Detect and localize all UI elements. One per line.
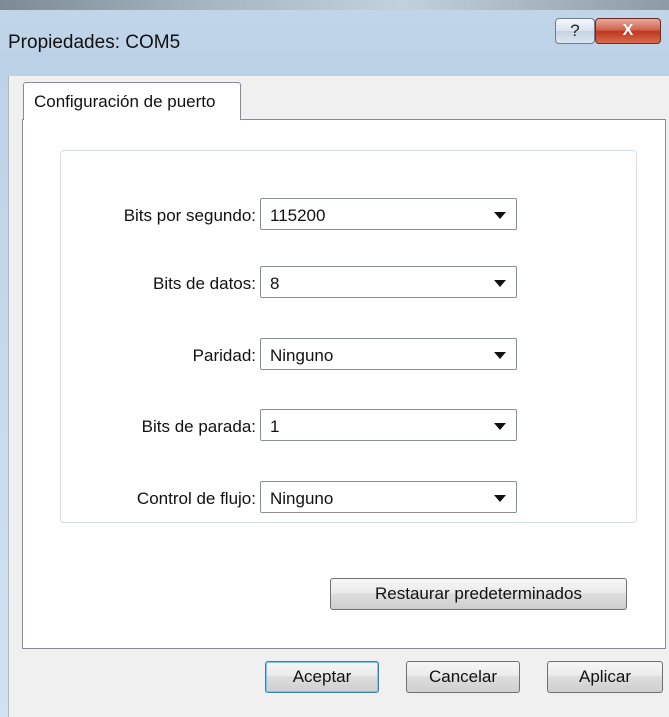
dialog-client-area: Configuración de puerto Bits por segundo… bbox=[8, 76, 669, 717]
restore-defaults-button[interactable]: Restaurar predeterminados bbox=[330, 578, 627, 610]
data-bits-select[interactable]: 8 bbox=[260, 266, 517, 298]
bits-per-second-label: Bits por segundo: bbox=[123, 206, 256, 225]
tab-panel: Bits por segundo: 115200 Bits de datos: … bbox=[22, 119, 666, 649]
chevron-down-icon[interactable] bbox=[494, 495, 506, 502]
stop-bits-label: Bits de parada: bbox=[141, 417, 256, 436]
properties-dialog: Propiedades: COM5 ? X Configuración de p… bbox=[0, 0, 669, 717]
settings-group: Bits por segundo: 115200 Bits de datos: … bbox=[60, 150, 637, 523]
field-row-stop-bits: Bits de parada: 1 bbox=[61, 409, 638, 443]
ok-button[interactable]: Aceptar bbox=[265, 661, 379, 693]
background-window-strip bbox=[0, 0, 669, 10]
flow-control-label: Control de flujo: bbox=[136, 489, 256, 508]
bits-per-second-select[interactable]: 115200 bbox=[260, 198, 517, 230]
field-row-bits-per-second: Bits por segundo: 115200 bbox=[61, 198, 638, 232]
flow-control-select[interactable]: Ninguno bbox=[260, 481, 517, 513]
chevron-down-icon[interactable] bbox=[494, 212, 506, 219]
parity-label: Paridad: bbox=[192, 346, 256, 365]
field-row-flow-control: Control de flujo: Ninguno bbox=[61, 481, 638, 515]
chevron-down-icon[interactable] bbox=[494, 280, 506, 287]
chevron-down-icon[interactable] bbox=[494, 352, 506, 359]
tab-port-settings[interactable]: Configuración de puerto bbox=[23, 82, 241, 120]
flow-control-value: Ninguno bbox=[270, 489, 334, 508]
apply-button[interactable]: Aplicar bbox=[547, 661, 663, 693]
field-row-data-bits: Bits de datos: 8 bbox=[61, 266, 638, 300]
bits-per-second-value: 115200 bbox=[270, 206, 326, 225]
data-bits-label: Bits de datos: bbox=[152, 274, 256, 293]
window-title: Propiedades: COM5 bbox=[8, 32, 181, 53]
help-icon[interactable]: ? bbox=[555, 18, 595, 44]
stop-bits-select[interactable]: 1 bbox=[260, 409, 517, 441]
field-row-parity: Paridad: Ninguno bbox=[61, 338, 638, 372]
parity-value: Ninguno bbox=[270, 346, 334, 365]
data-bits-value: 8 bbox=[270, 274, 280, 293]
parity-select[interactable]: Ninguno bbox=[260, 338, 517, 370]
chevron-down-icon[interactable] bbox=[494, 423, 506, 430]
cancel-button[interactable]: Cancelar bbox=[406, 661, 520, 693]
stop-bits-value: 1 bbox=[270, 417, 280, 436]
close-icon[interactable]: X bbox=[595, 18, 661, 44]
title-bar[interactable]: Propiedades: COM5 ? X bbox=[0, 10, 669, 76]
